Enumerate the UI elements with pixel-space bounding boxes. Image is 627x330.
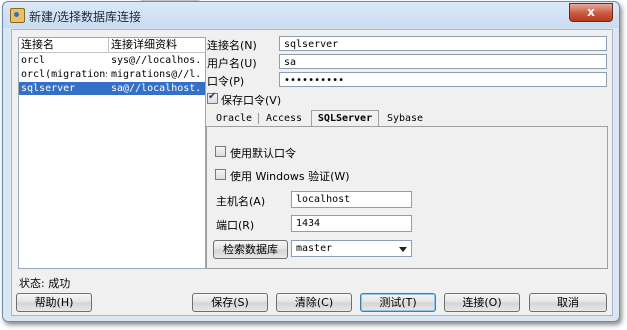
close-button[interactable]: x: [569, 3, 613, 22]
connection-name-cell: orcl: [21, 55, 46, 66]
column-divider[interactable]: [108, 38, 109, 52]
tab-oracle[interactable]: Oracle: [212, 111, 256, 126]
password-field[interactable]: ••••••••••: [279, 72, 607, 87]
save-password-checkbox[interactable]: [207, 91, 218, 104]
connection-details-cell: sa@//localhost...: [111, 83, 203, 94]
username-field[interactable]: sa: [279, 54, 607, 69]
clear-button[interactable]: 清除(C): [276, 293, 352, 312]
title-bar[interactable]: 新建/选择数据库连接 x: [3, 2, 619, 28]
connection-name-cell: orcl(migrations): [21, 69, 107, 80]
connection-name-cell: sqlserver: [21, 83, 76, 94]
default-password-checkbox[interactable]: [215, 146, 226, 157]
connection-table[interactable]: 连接名 连接详细资料 orcl sys@//localhos... orcl(m…: [18, 37, 206, 269]
connection-name-field[interactable]: sqlserver: [279, 36, 607, 51]
test-button[interactable]: 测试(T): [360, 293, 436, 312]
column-header-details[interactable]: 连接详细资料: [111, 38, 203, 52]
connection-row-sqlserver[interactable]: sqlserver sa@//localhost...: [19, 82, 205, 95]
connection-row-orcl[interactable]: orcl sys@//localhos...: [19, 54, 205, 67]
window-title: 新建/选择数据库连接: [29, 10, 142, 24]
host-label: 主机名(A): [216, 195, 266, 208]
cancel-button[interactable]: 取消: [529, 293, 607, 312]
connection-name-label: 连接名(N): [207, 39, 257, 52]
default-password-label[interactable]: 使用默认口令: [230, 145, 296, 161]
status-label: 状态:: [19, 277, 45, 290]
connection-details-cell: migrations@//l...: [111, 69, 203, 80]
tab-sqlserver[interactable]: SQLServer: [311, 110, 379, 126]
status-value: 成功: [48, 277, 71, 290]
port-field[interactable]: 1434: [291, 215, 412, 232]
chevron-down-icon[interactable]: [399, 247, 407, 252]
connection-details-cell: sys@//localhos...: [111, 55, 203, 66]
database-select-value: master: [296, 243, 333, 254]
tab-divider: [258, 113, 259, 124]
tab-sybase[interactable]: Sybase: [383, 111, 427, 126]
windows-auth-label[interactable]: 使用 Windows 验证(W): [230, 168, 350, 184]
password-label: 口令(P): [207, 75, 245, 88]
status-line: 状态: 成功: [19, 275, 70, 291]
database-app-icon: [10, 8, 25, 23]
save-button[interactable]: 保存(S): [192, 293, 268, 312]
connect-button[interactable]: 连接(O): [444, 293, 520, 312]
tab-access[interactable]: Access: [262, 111, 306, 126]
save-password-label[interactable]: 保存口令(V): [221, 92, 281, 108]
column-header-name[interactable]: 连接名: [21, 38, 107, 52]
connection-table-header: 连接名 连接详细资料: [19, 38, 205, 53]
username-label: 用户名(U): [207, 57, 257, 70]
database-select[interactable]: master: [291, 240, 412, 257]
retrieve-databases-button[interactable]: 检索数据库: [213, 240, 288, 259]
connection-row-orcl-migrations[interactable]: orcl(migrations) migrations@//l...: [19, 68, 205, 81]
port-label: 端口(R): [216, 219, 255, 232]
host-field[interactable]: localhost: [291, 191, 412, 208]
windows-auth-checkbox[interactable]: [215, 169, 226, 180]
help-button[interactable]: 帮助(H): [16, 293, 92, 312]
